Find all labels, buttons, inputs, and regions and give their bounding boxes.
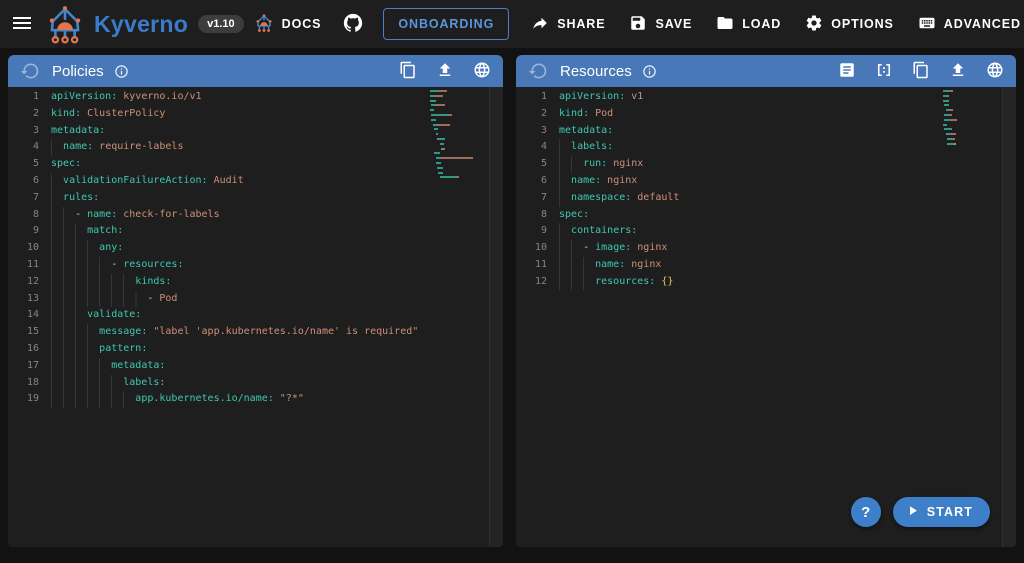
advanced-label: ADVANCED xyxy=(944,17,1021,31)
onboarding-button[interactable]: ONBOARDING xyxy=(383,8,509,40)
menu-icon xyxy=(10,11,34,38)
advanced-button[interactable]: ADVANCED xyxy=(908,6,1024,43)
globe-icon xyxy=(473,61,491,82)
policies-scrollbar[interactable] xyxy=(489,87,503,547)
github-button[interactable] xyxy=(335,6,371,42)
globe-icon xyxy=(986,61,1004,82)
action-buttons: ? START xyxy=(851,497,990,527)
policies-panel-title: Policies xyxy=(52,63,104,80)
keyboard-icon xyxy=(918,14,936,35)
upload-icon xyxy=(436,61,454,82)
info-icon[interactable] xyxy=(642,64,657,79)
restore-icon[interactable] xyxy=(20,61,40,81)
upload-icon xyxy=(949,61,967,82)
language-button[interactable] xyxy=(473,61,491,82)
version-badge: v1.10 xyxy=(198,15,244,33)
policies-minimap[interactable] xyxy=(430,90,488,181)
upload-button[interactable] xyxy=(436,61,454,82)
policies-code: apiVersion: kyverno.io/v1kind: ClusterPo… xyxy=(51,89,418,547)
play-icon xyxy=(905,503,920,521)
gear-icon xyxy=(805,14,823,35)
start-label: START xyxy=(927,505,973,519)
resources-panel: Resources xyxy=(516,55,1016,547)
policies-editor[interactable]: 12345678910111213141516171819 apiVersion… xyxy=(8,87,503,547)
info-icon[interactable] xyxy=(114,64,129,79)
copy-icon xyxy=(912,61,930,82)
upload-button[interactable] xyxy=(949,61,967,82)
copy-button[interactable] xyxy=(912,61,930,82)
policies-line-numbers: 12345678910111213141516171819 xyxy=(8,89,51,547)
copy-icon xyxy=(399,61,417,82)
policies-panel-header: Policies xyxy=(8,55,503,87)
brand-title: Kyverno xyxy=(94,11,188,38)
options-button[interactable]: OPTIONS xyxy=(795,6,904,43)
resources-line-numbers: 123456789101112 xyxy=(516,89,559,547)
kyverno-docs-icon xyxy=(254,13,274,36)
load-label: LOAD xyxy=(742,17,781,31)
resources-code: apiVersion: v1kind: Podmetadata: labels:… xyxy=(559,89,679,547)
language-button[interactable] xyxy=(986,61,1004,82)
github-icon xyxy=(342,12,364,37)
share-icon xyxy=(531,14,549,35)
resources-panel-header: Resources xyxy=(516,55,1016,87)
file-document-icon xyxy=(838,61,856,82)
save-icon xyxy=(629,14,647,35)
resources-editor[interactable]: 123456789101112 apiVersion: v1kind: Podm… xyxy=(516,87,1016,547)
resources-scrollbar[interactable] xyxy=(1002,87,1016,547)
docs-label: DOCS xyxy=(282,17,322,31)
help-button[interactable]: ? xyxy=(851,497,881,527)
example-document-button[interactable] xyxy=(838,61,856,82)
copy-button[interactable] xyxy=(399,61,417,82)
save-label: SAVE xyxy=(655,17,692,31)
start-button[interactable]: START xyxy=(893,497,990,527)
menu-button[interactable] xyxy=(10,6,34,42)
options-label: OPTIONS xyxy=(831,17,894,31)
main-content: Policies 12345678910111213141516171819 a… xyxy=(0,48,1024,555)
load-button[interactable]: LOAD xyxy=(706,6,791,43)
share-button[interactable]: SHARE xyxy=(521,6,615,43)
code-brackets-icon xyxy=(875,61,893,82)
policies-panel: Policies 12345678910111213141516171819 a… xyxy=(8,55,503,547)
json-view-button[interactable] xyxy=(875,61,893,82)
save-button[interactable]: SAVE xyxy=(619,6,702,43)
folder-icon xyxy=(716,14,734,35)
docs-button[interactable]: DOCS xyxy=(244,5,332,44)
topbar: Kyverno v1.10 DOCS ONBOARDING S xyxy=(0,0,1024,48)
restore-icon[interactable] xyxy=(528,61,548,81)
share-label: SHARE xyxy=(557,17,605,31)
kyverno-logo xyxy=(44,3,86,45)
resources-minimap[interactable] xyxy=(943,90,1001,148)
resources-panel-title: Resources xyxy=(560,63,632,80)
